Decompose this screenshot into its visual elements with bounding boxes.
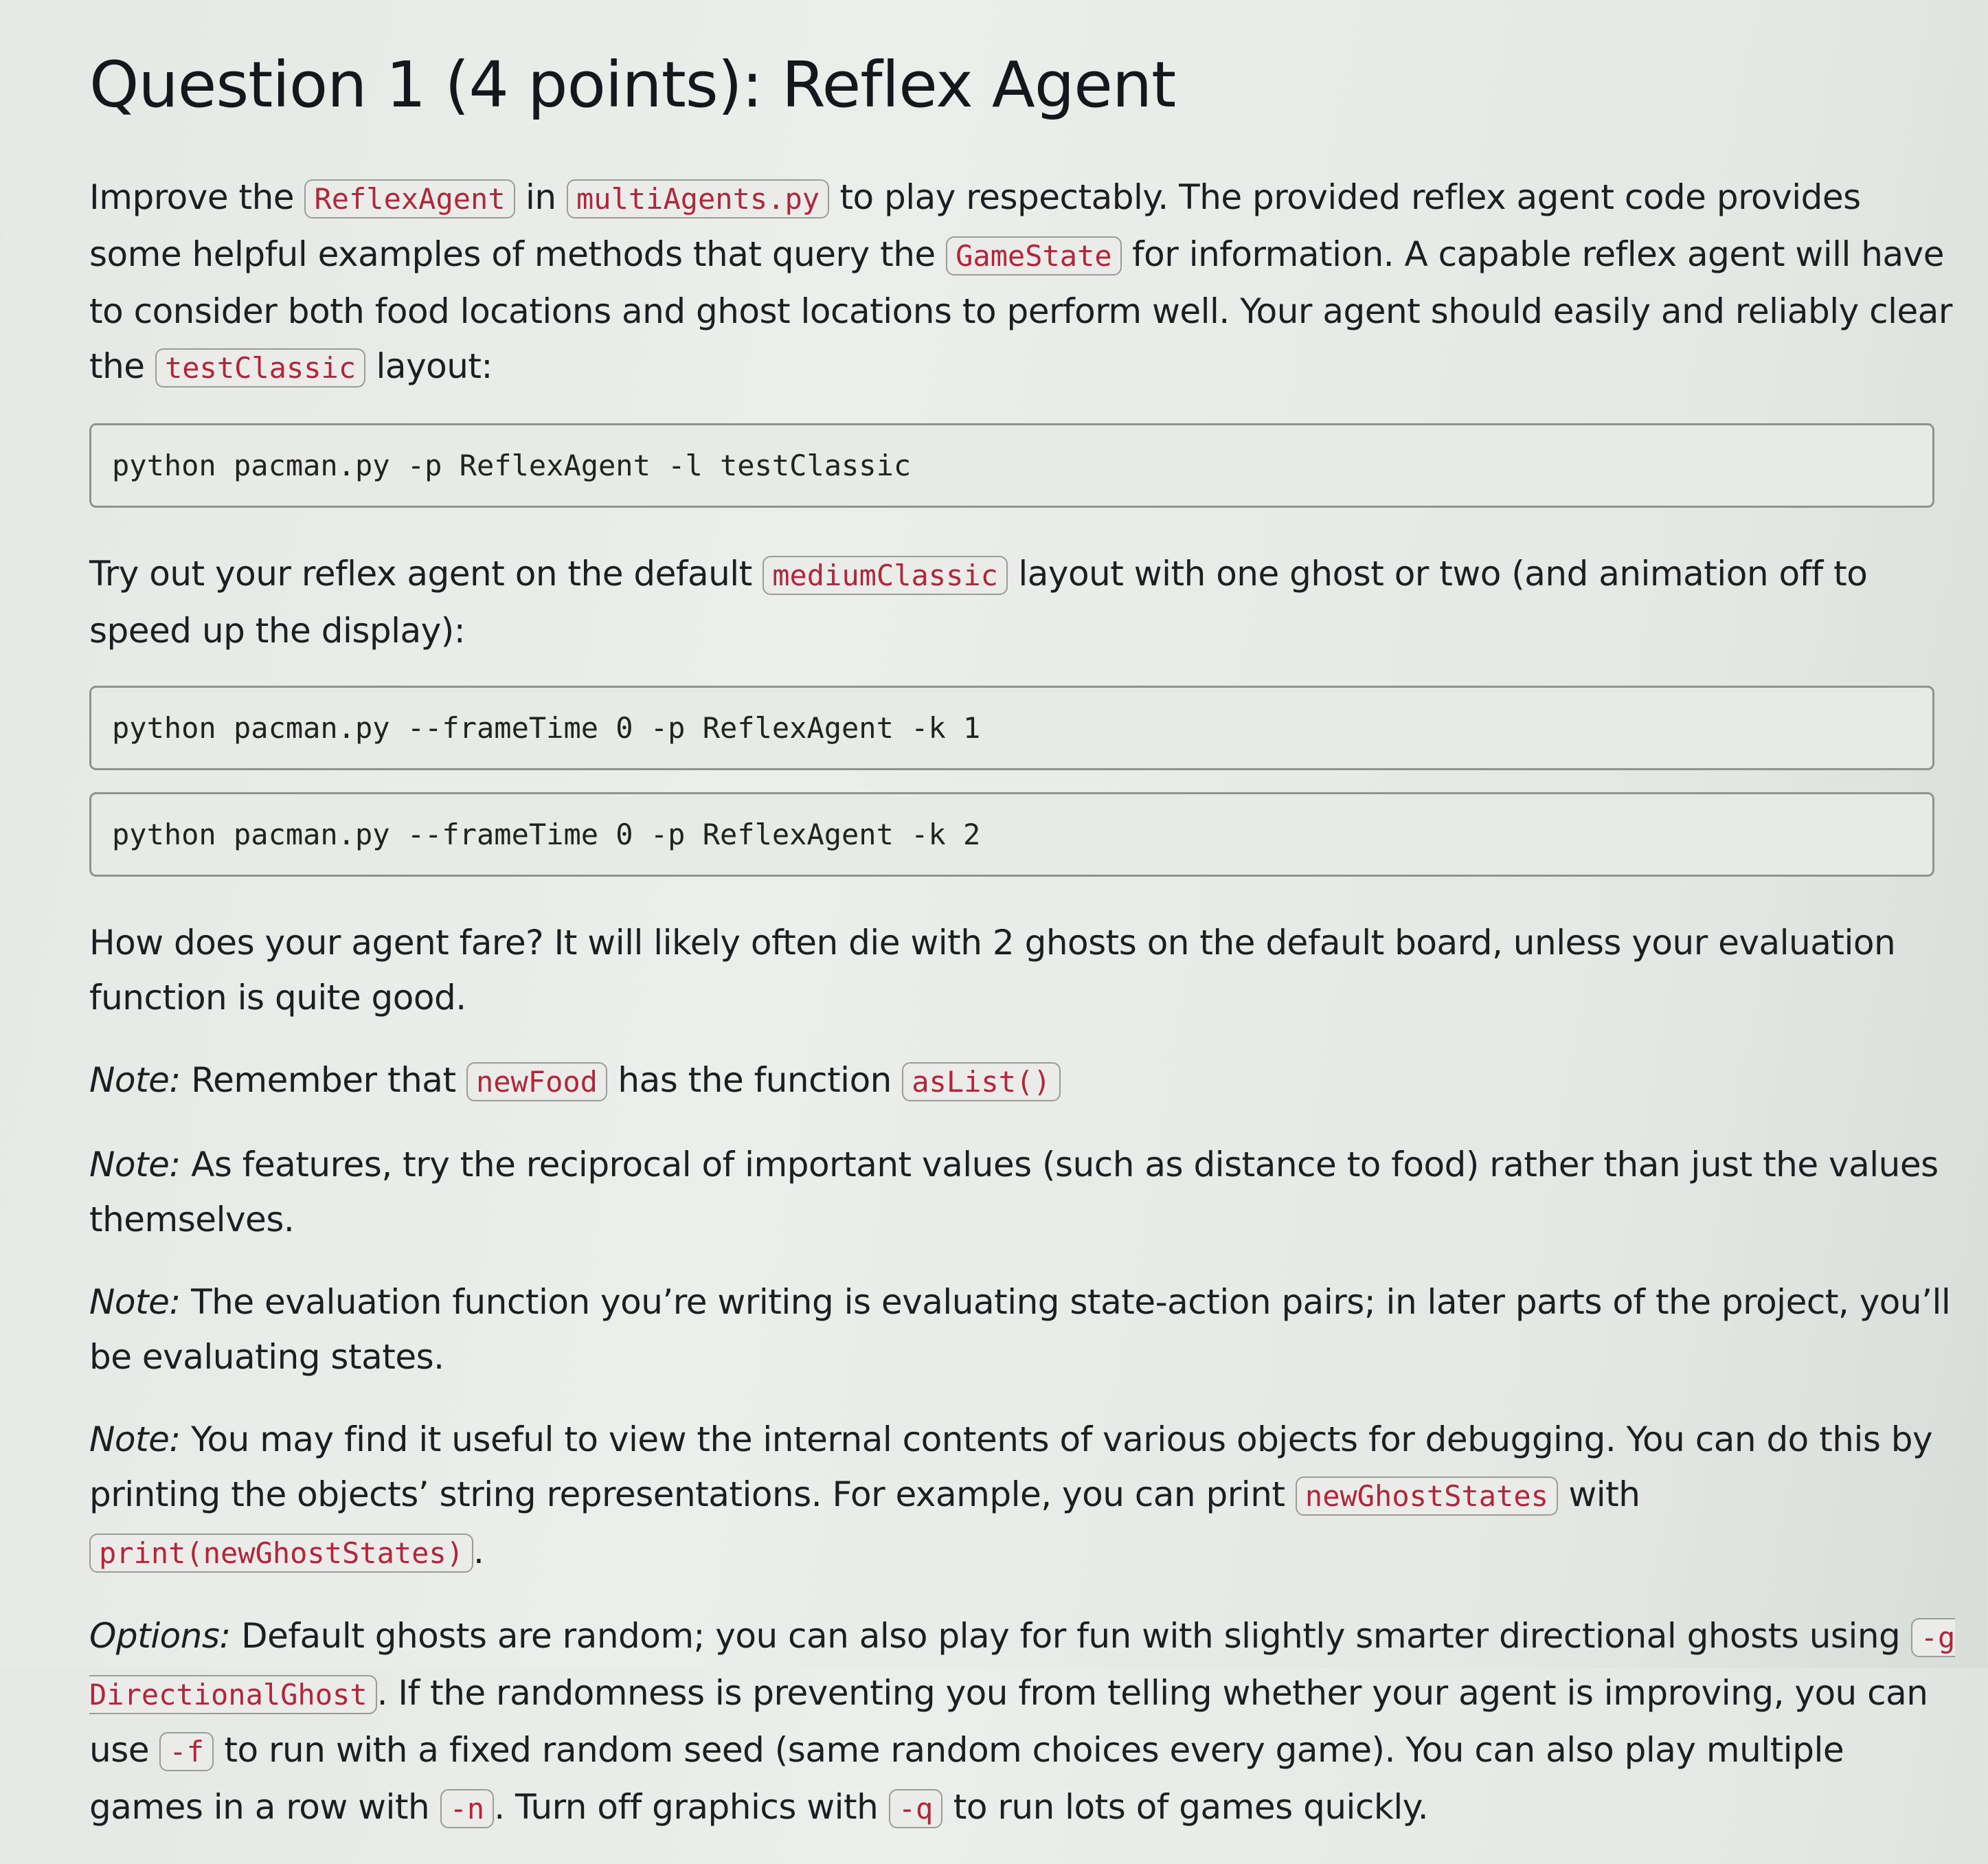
note-newfood: Note: Remember that newFood has the func…	[89, 1053, 1958, 1110]
code-fixed-seed-flag: -f	[159, 1732, 214, 1771]
tryout-paragraph: Try out your reflex agent on the default…	[89, 546, 1958, 658]
options-text-4: . Turn off graphics with	[494, 1787, 879, 1827]
note4-text-1: You may find it useful to view the inter…	[89, 1419, 1933, 1514]
command-block-testclassic[interactable]: python pacman.py -p ReflexAgent -l testC…	[89, 423, 1934, 508]
intro-paragraph: Improve the ReflexAgent in multiAgents.p…	[89, 170, 1958, 396]
note-state-action: Note: The evaluation function you’re wri…	[89, 1275, 1958, 1384]
note3-text: The evaluation function you’re writing i…	[89, 1282, 1951, 1377]
code-quiet-flag: -q	[888, 1789, 943, 1828]
code-aslist: asList()	[902, 1062, 1061, 1101]
note4-text-3: .	[473, 1531, 484, 1571]
options-paragraph: Options: Default ghosts are random; you …	[89, 1608, 1958, 1837]
options-text-5: to run lots of games quickly.	[953, 1787, 1429, 1827]
code-reflexagent: ReflexAgent	[304, 179, 515, 218]
tryout-text-1: Try out your reflex agent on the default	[89, 554, 752, 594]
note-reciprocal: Note: As features, try the reciprocal of…	[89, 1137, 1958, 1247]
code-testclassic: testClassic	[155, 348, 366, 388]
command-block-two-ghosts[interactable]: python pacman.py --frameTime 0 -p Reflex…	[89, 792, 1934, 877]
code-multiagents-file: multiAgents.py	[567, 179, 830, 218]
note-label: Note:	[89, 1060, 181, 1100]
code-num-games-flag: -n	[440, 1789, 495, 1828]
intro-text-2: in	[526, 177, 556, 217]
note1-text-2: has the function	[618, 1060, 892, 1100]
note-label: Note:	[89, 1282, 181, 1322]
intro-text-1: Improve the	[89, 177, 295, 217]
note-label: Note:	[89, 1419, 181, 1459]
note2-text: As features, try the reciprocal of impor…	[89, 1145, 1939, 1239]
code-newghoststates: newGhostStates	[1295, 1476, 1558, 1516]
command-block-one-ghost[interactable]: python pacman.py --frameTime 0 -p Reflex…	[89, 686, 1934, 770]
note-label: Note:	[89, 1145, 181, 1184]
code-print-newghoststates: print(newGhostStates)	[89, 1534, 474, 1573]
options-label: Options:	[89, 1616, 231, 1656]
intro-text-5: layout:	[376, 346, 493, 386]
question-page: Question 1 (4 points): Reflex Agent Impr…	[89, 48, 1958, 1864]
page-title: Question 1 (4 points): Reflex Agent	[89, 48, 1176, 122]
note1-text-1: Remember that	[191, 1060, 456, 1100]
fare-paragraph: How does your agent fare? It will likely…	[89, 923, 1896, 1018]
note-debugging: Note: You may find it useful to view the…	[89, 1412, 1958, 1581]
code-mediumclassic: mediumClassic	[763, 556, 1008, 595]
note4-text-2: with	[1568, 1474, 1640, 1514]
code-newfood: newFood	[466, 1062, 607, 1101]
options-text-1: Default ghosts are random; you can also …	[241, 1616, 1901, 1656]
code-gamestate: GameState	[946, 236, 1122, 276]
